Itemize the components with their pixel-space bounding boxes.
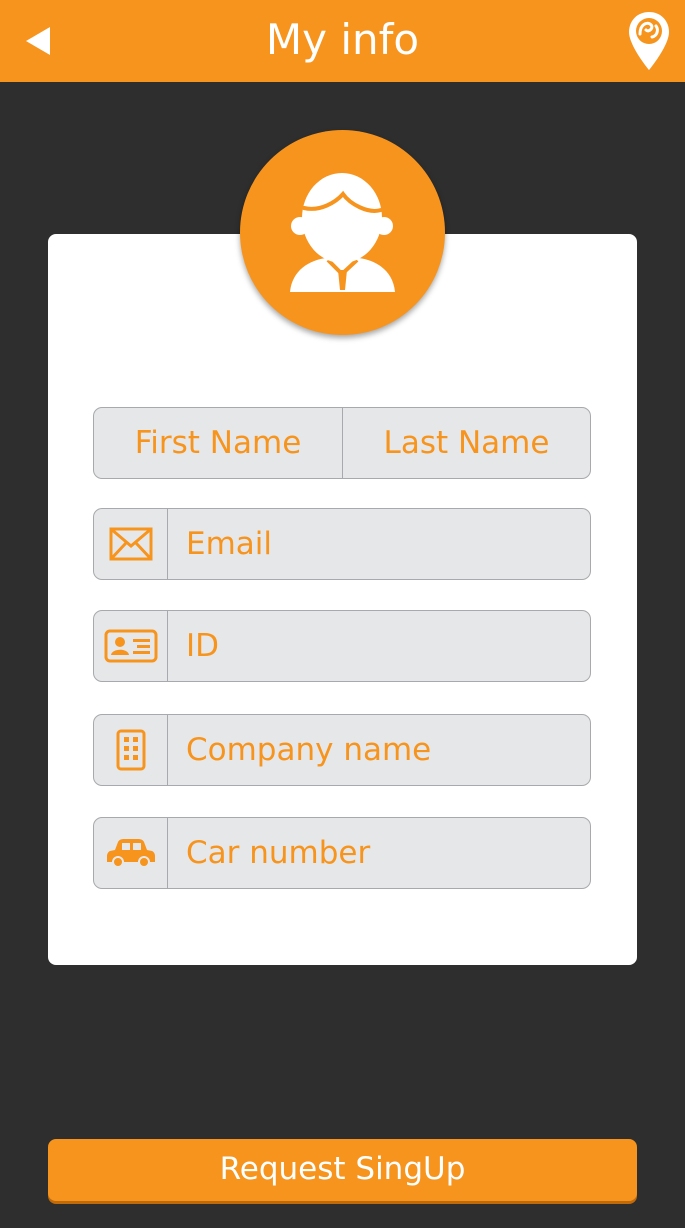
car-number-input[interactable] (186, 818, 576, 888)
id-input[interactable] (186, 611, 576, 681)
request-signup-button[interactable]: Request SingUp (48, 1139, 637, 1201)
user-avatar-icon (290, 173, 395, 292)
company-input[interactable] (186, 715, 576, 785)
email-icon-cell (94, 509, 168, 579)
car-icon (106, 839, 155, 868)
car-field (93, 817, 591, 889)
name-row (93, 407, 591, 479)
top-bar: My info (0, 0, 685, 82)
id-card-icon (104, 629, 157, 663)
email-input[interactable] (186, 509, 576, 579)
last-name-input[interactable] (343, 408, 590, 478)
avatar (240, 130, 445, 335)
first-name-input[interactable] (94, 408, 342, 478)
envelope-icon (109, 527, 152, 561)
id-icon-cell (94, 611, 168, 681)
building-icon (116, 729, 145, 771)
page-title: My info (265, 15, 420, 64)
map-pin-icon (629, 12, 669, 70)
location-button[interactable] (626, 10, 672, 72)
id-field (93, 610, 591, 682)
email-field (93, 508, 591, 580)
company-field (93, 714, 591, 786)
car-icon-cell (94, 818, 168, 888)
company-icon-cell (94, 715, 168, 785)
